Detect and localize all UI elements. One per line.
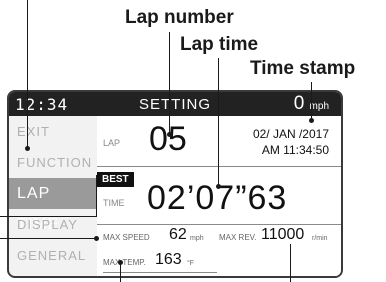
settings-menu: EXIT FUNCTION LAP TIME DISPLAY GENERAL <box>9 116 97 276</box>
max-rev-unit: r/min <box>312 235 328 242</box>
current-speed-unit: mph <box>309 101 329 112</box>
menu-item-general[interactable]: GENERAL <box>9 240 97 271</box>
clock-leader <box>27 0 28 148</box>
lap-number-leader <box>169 32 170 134</box>
lap-number: 05 <box>149 120 187 158</box>
lap-number-leader-dot <box>167 132 172 137</box>
mode-title: SETTING <box>139 96 212 113</box>
menu-item-function[interactable]: FUNCTION <box>9 147 97 178</box>
menu-item-exit[interactable]: EXIT <box>9 116 97 147</box>
max-temp-unit: °F <box>187 260 195 267</box>
best-leader <box>96 175 97 217</box>
best-badge: BEST <box>97 172 134 187</box>
lap-number-callout: Lap number <box>125 7 234 28</box>
max-temp-leader <box>120 262 121 282</box>
max-speed-leader <box>0 238 96 239</box>
best-leader-h <box>0 216 97 217</box>
max-speed-label: MAX SPEED <box>103 233 150 242</box>
lap-time-callout: Lap time <box>180 34 259 55</box>
time-stamp-callout: Time stamp <box>250 58 356 79</box>
lap-time-leader <box>218 58 219 186</box>
dashboard-display: 12:34 SETTING 0 mph EXIT FUNCTION LAP TI… <box>7 90 343 278</box>
max-temp-leader-dot <box>118 260 123 265</box>
max-speed-unit: mph <box>190 235 204 242</box>
divider <box>97 166 341 167</box>
lap-time-leader-dot <box>216 184 221 189</box>
clock: 12:34 <box>15 95 69 114</box>
current-speed-value: 0 <box>293 93 305 114</box>
clock-leader-dot <box>25 146 30 151</box>
timestamp-date: 02/ JAN /2017 <box>252 127 329 141</box>
max-rev-label: MAX REV. <box>219 233 257 242</box>
max-temp-value: 163 <box>155 251 182 268</box>
lap-time-panel: LAP 05 02/ JAN /2017 AM 11:34:50 BEST TI… <box>97 116 341 276</box>
divider <box>97 224 341 225</box>
status-bar: 12:34 SETTING 0 mph <box>9 92 341 116</box>
max-speed-value: 62 <box>169 226 187 243</box>
max-rev-leader <box>290 244 291 282</box>
max-rev-value: 11000 <box>261 226 305 243</box>
time-stamp-leader <box>311 82 312 120</box>
time-stamp-leader-dot <box>309 118 314 123</box>
menu-item-lap-time[interactable]: LAP TIME <box>9 178 97 233</box>
menu-item-display[interactable]: DISPLAY <box>9 209 97 240</box>
lap-time-label: TIME <box>103 198 125 208</box>
max-temp-label: MAX TEMP. <box>103 258 146 267</box>
lap-label: LAP <box>103 138 121 148</box>
timestamp-time: AM 11:34:50 <box>261 143 329 157</box>
